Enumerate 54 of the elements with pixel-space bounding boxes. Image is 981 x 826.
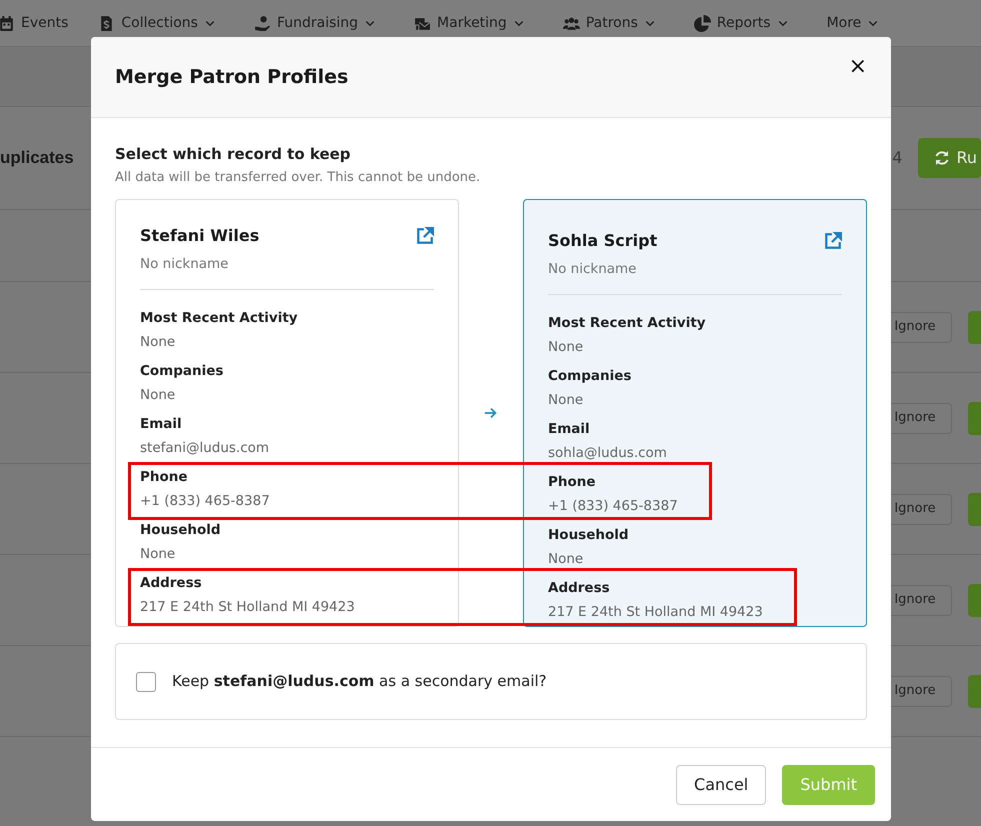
field-label: Most Recent Activity — [548, 314, 706, 332]
nickname-text: No nickname — [548, 260, 638, 279]
profile-name: Stefani Wiles — [140, 225, 260, 247]
field-value: None — [140, 545, 176, 564]
page-title: uplicates — [0, 147, 74, 170]
field-value: +1 (833) 465-8387 — [140, 492, 270, 510]
field-label: Companies — [140, 362, 224, 380]
field-value: sohla@ludus.com — [548, 444, 667, 462]
count-text: 4 — [892, 147, 902, 169]
nav-item[interactable]: Events — [0, 12, 68, 34]
nav-item[interactable]: Patrons — [562, 12, 656, 34]
field-label: Household — [548, 526, 629, 544]
pie-chart-icon — [694, 14, 711, 32]
arrow-right-icon — [484, 406, 498, 420]
field-label: Phone — [548, 473, 596, 492]
field-value: None — [548, 550, 584, 568]
nav-item[interactable]: Fundraising — [254, 12, 376, 34]
nickname-text: No nickname — [140, 255, 230, 274]
cancel-button[interactable]: Cancel — [676, 764, 766, 804]
profile-card[interactable]: Sohla Script No nickname Most Recent Activity None Companies None Email sohla@ludus.com Phone +1 (833) 465-8387 Household None Address 217 E 24th St Holland MI 49423 — [523, 199, 867, 627]
nav-item[interactable]: Collections — [98, 12, 216, 34]
field-label: Most Recent Activity — [140, 309, 298, 328]
hand-coin-icon — [254, 14, 271, 32]
nav-item[interactable]: More — [826, 12, 880, 34]
external-link-icon — [416, 227, 434, 245]
field-label: Companies — [548, 367, 632, 386]
external-link-icon — [824, 232, 842, 250]
field-label: Address — [140, 574, 202, 592]
field-value: None — [548, 338, 584, 356]
field-value: 217 E 24th St Holland MI 49423 — [548, 603, 763, 622]
checkbox-label: Keep stefani@ludus.com as a secondary email? — [172, 671, 547, 692]
field-label: Email — [548, 420, 590, 438]
nav-item[interactable]: Marketing — [414, 12, 525, 34]
field-value: None — [140, 386, 176, 404]
modal-title: Merge Patron Profiles — [115, 66, 348, 88]
section-subtitle: All data will be transferred over. This cannot be undone. — [115, 168, 482, 186]
field-label: Household — [140, 521, 221, 540]
field-value: stefani@ludus.com — [140, 439, 270, 458]
run-button[interactable]: Ru — [918, 138, 981, 178]
field-value: None — [140, 333, 176, 352]
field-value: 217 E 24th St Holland MI 49423 — [140, 598, 355, 616]
close-button[interactable]: × — [848, 56, 867, 78]
field-value: +1 (833) 465-8387 — [548, 497, 678, 516]
users-icon — [562, 14, 580, 32]
field-value: None — [548, 391, 584, 410]
section-heading: Select which record to keep — [115, 144, 352, 165]
field-label: Phone — [140, 468, 188, 486]
field-label: Address — [548, 579, 610, 598]
profile-card[interactable]: Stefani Wiles No nickname Most Recent Activity None Companies None Email stefani@ludus.com Phone +1 (833) 465-8387 Household None Address 217 E 24th St Holland MI 49423 — [115, 199, 459, 627]
profile-name: Sohla Script — [548, 230, 658, 252]
field-label: Email — [140, 415, 182, 434]
checkbox[interactable] — [136, 672, 156, 692]
refresh-icon — [934, 150, 950, 166]
nav-item[interactable]: Reports — [694, 12, 789, 34]
